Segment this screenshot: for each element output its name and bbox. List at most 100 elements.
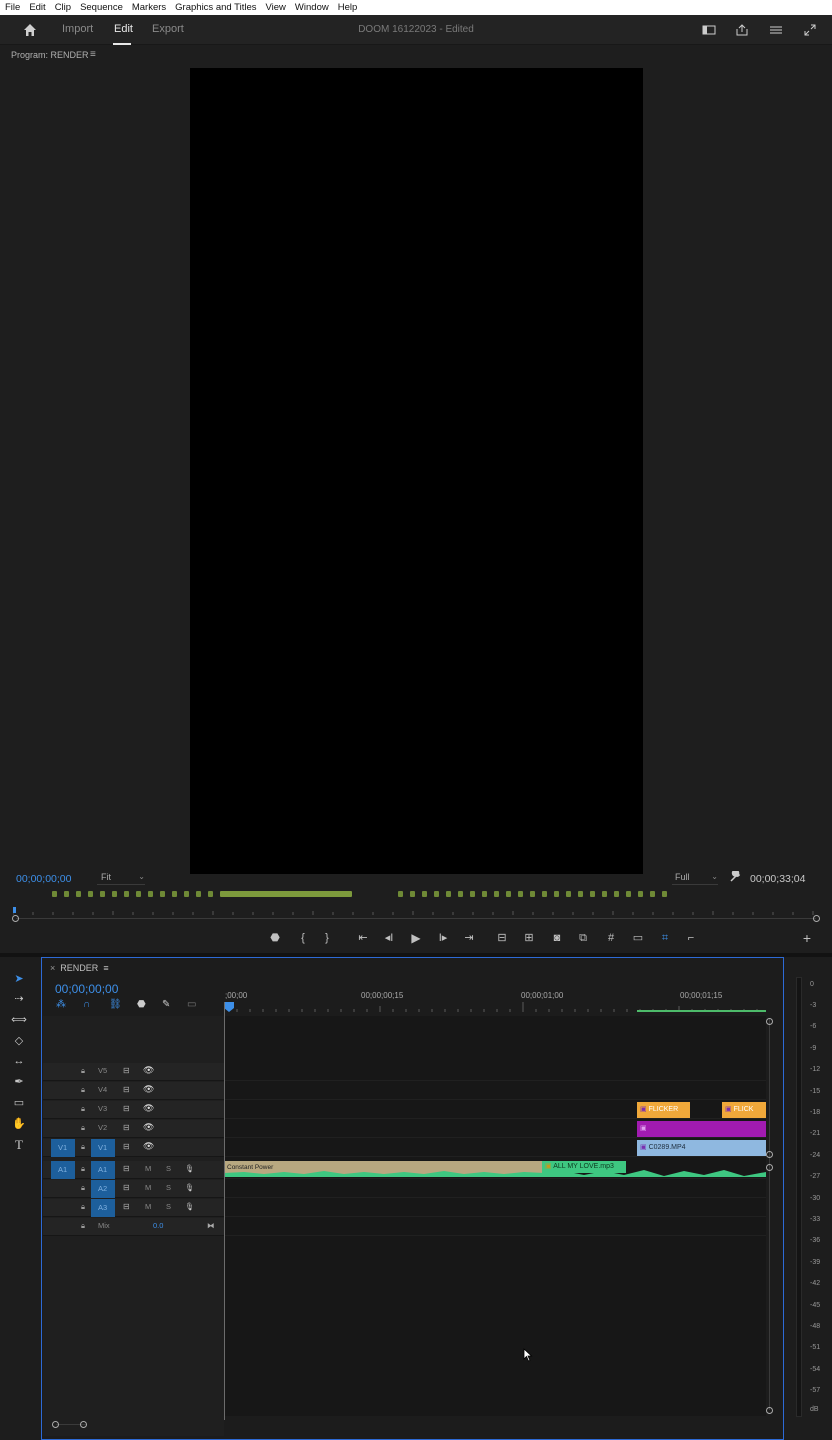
program-ruler[interactable] (13, 907, 818, 915)
track-header-a2[interactable]: 🔒︎ A2 ⊟ M S 🎙︎ (43, 1180, 224, 1198)
eye-icon[interactable]: 👁︎ (143, 1084, 154, 1095)
track-header-v2[interactable]: 🔒︎ V2 ⊟ 👁︎ (43, 1120, 224, 1138)
lane-mix[interactable] (224, 1218, 766, 1236)
eye-icon[interactable]: 👁︎ (143, 1122, 154, 1133)
lane-a3[interactable] (224, 1199, 766, 1217)
solo-button[interactable]: S (166, 1202, 171, 1211)
track-area[interactable]: ▣ FLICKER ▣ FLICK ▣ ▣ C0289.MP4 Constant… (224, 1016, 766, 1416)
lock-icon[interactable]: 🔒︎ (81, 1123, 85, 1133)
track-header-v5[interactable]: 🔒︎ V5 ⊟ 👁︎ (43, 1063, 224, 1081)
playhead-line[interactable] (224, 1002, 225, 1420)
timeline-timecode[interactable]: 00;00;00;00 (55, 982, 118, 996)
fit-dropdown[interactable]: Fit ⌄ (97, 872, 145, 885)
lock-icon[interactable]: 🔒︎ (81, 1085, 85, 1095)
sync-lock-icon[interactable]: ⊟ (123, 1066, 130, 1075)
mix-track-header[interactable]: 🔒︎ Mix 0.0 ⧓ (43, 1218, 224, 1236)
fullscreen-icon[interactable] (803, 23, 817, 37)
microphone-icon[interactable]: 🎙︎ (185, 1202, 195, 1211)
add-button-icon[interactable]: + (799, 930, 815, 946)
menu-help[interactable]: Help (333, 2, 362, 13)
scroll-handle-bottom[interactable] (766, 1407, 773, 1414)
track-header-v1[interactable]: V1 🔒︎ V1 ⊟ 👁︎ (43, 1139, 224, 1157)
play-icon[interactable]: ▶ (408, 930, 424, 946)
sync-lock-icon[interactable]: ⊟ (123, 1123, 130, 1132)
add-marker-icon[interactable]: ⬣ (267, 930, 283, 946)
camera-icon[interactable]: ◙ (549, 930, 565, 946)
menu-clip[interactable]: Clip (50, 2, 75, 13)
go-to-out-icon[interactable]: ⇥ (461, 930, 477, 946)
lock-icon[interactable]: 🔒︎ (81, 1164, 85, 1174)
lock-icon[interactable]: 🔒︎ (81, 1066, 85, 1076)
track-header-a3[interactable]: 🔒︎ A3 ⊟ M S 🎙︎ (43, 1199, 224, 1217)
lift-icon[interactable]: ⊟ (494, 930, 510, 946)
sequence-menu-icon[interactable]: ≡ (103, 963, 108, 973)
timeline-settings-icon[interactable]: ✎ (162, 999, 170, 1010)
safe-margins-icon[interactable]: ▭ (630, 930, 646, 946)
track-select-tool-icon[interactable]: ⇢ (10, 991, 28, 1007)
grid-icon[interactable]: # (603, 930, 619, 946)
menu-lines-icon[interactable] (769, 23, 783, 37)
slip-tool-icon[interactable]: ↔ (10, 1053, 28, 1069)
sync-lock-icon[interactable]: ⊟ (123, 1202, 130, 1211)
scroll-handle-top[interactable] (766, 1018, 773, 1025)
mute-button[interactable]: M (145, 1183, 151, 1192)
track-header-v4[interactable]: 🔒︎ V4 ⊟ 👁︎ (43, 1082, 224, 1100)
sequence-tab[interactable]: × RENDER ≡ (50, 963, 109, 973)
selection-tool-icon[interactable]: ➤ (10, 971, 28, 987)
lock-icon[interactable]: 🔒︎ (81, 1142, 85, 1152)
program-menu-icon[interactable]: ≡ (90, 49, 96, 60)
eye-icon[interactable]: 👁︎ (143, 1065, 154, 1076)
nest-icon[interactable]: ⁂ (56, 999, 66, 1010)
solo-button[interactable]: S (166, 1164, 171, 1173)
timeline-ruler[interactable] (224, 1002, 766, 1012)
extract-icon[interactable]: ⊞ (521, 930, 537, 946)
clip-c0289[interactable]: ▣ C0289.MP4 (637, 1140, 766, 1156)
lock-icon[interactable]: 🔒︎ (81, 1202, 85, 1212)
mark-out-icon[interactable]: } (319, 930, 335, 946)
lock-icon[interactable]: 🔒︎ (81, 1183, 85, 1193)
lock-icon[interactable]: 🔒︎ (81, 1104, 85, 1114)
sync-lock-icon[interactable]: ⊟ (123, 1142, 130, 1151)
menu-graphics[interactable]: Graphics and Titles (170, 2, 260, 13)
pen-tool-icon[interactable]: ✒ (10, 1074, 28, 1090)
zoom-handle-left[interactable] (12, 915, 19, 922)
track-target-v1[interactable]: V1 (91, 1139, 115, 1157)
go-to-in-icon[interactable]: ⇤ (355, 930, 371, 946)
captions-icon[interactable]: ▭ (187, 999, 196, 1010)
menu-sequence[interactable]: Sequence (75, 2, 127, 13)
scroll-handle-mid[interactable] (766, 1151, 773, 1158)
vertical-scrollbar-track[interactable] (769, 1018, 770, 1410)
source-patch-v1[interactable]: V1 (51, 1139, 75, 1157)
close-icon[interactable]: × (50, 963, 55, 973)
eye-icon[interactable]: 👁︎ (143, 1141, 154, 1152)
share-icon[interactable] (735, 23, 749, 37)
source-patch-a1[interactable]: A1 (51, 1161, 75, 1179)
clip-adjustment[interactable]: ▣ (637, 1121, 766, 1137)
go-to-end-icon[interactable]: ⧓ (207, 1221, 215, 1230)
wrench-icon[interactable] (729, 871, 741, 883)
menu-file[interactable]: File (0, 2, 24, 13)
sync-lock-icon[interactable]: ⊟ (123, 1164, 130, 1173)
microphone-icon[interactable]: 🎙︎ (185, 1183, 195, 1192)
lane-v5[interactable] (224, 1063, 766, 1081)
mute-button[interactable]: M (145, 1164, 151, 1173)
workspace-icon[interactable] (702, 23, 716, 37)
sync-lock-icon[interactable]: ⊟ (123, 1085, 130, 1094)
menu-window[interactable]: Window (290, 2, 333, 13)
razor-tool-icon[interactable]: ◇ (10, 1033, 28, 1049)
marker-icon[interactable]: ⬣ (137, 999, 146, 1010)
scroll-handle-mid-2[interactable] (766, 1164, 773, 1171)
rectangle-tool-icon[interactable]: ▭ (10, 1095, 28, 1111)
mute-button[interactable]: M (145, 1202, 151, 1211)
comparison-view-icon[interactable]: ⧉ (575, 930, 591, 946)
eye-icon[interactable]: 👁︎ (143, 1103, 154, 1114)
hand-tool-icon[interactable]: ✋ (10, 1116, 28, 1132)
clip-flicker[interactable]: ▣ FLICKER (637, 1102, 690, 1118)
track-target-a1[interactable]: A1 (91, 1161, 115, 1179)
hscroll-handle-left[interactable] (52, 1421, 59, 1428)
clip-flicker-2[interactable]: ▣ FLICK (722, 1102, 766, 1118)
mix-value[interactable]: 0.0 (153, 1221, 163, 1230)
track-target-a2[interactable]: A2 (91, 1180, 115, 1198)
microphone-icon[interactable]: 🎙︎ (185, 1164, 195, 1173)
sync-lock-icon[interactable]: ⊟ (123, 1183, 130, 1192)
